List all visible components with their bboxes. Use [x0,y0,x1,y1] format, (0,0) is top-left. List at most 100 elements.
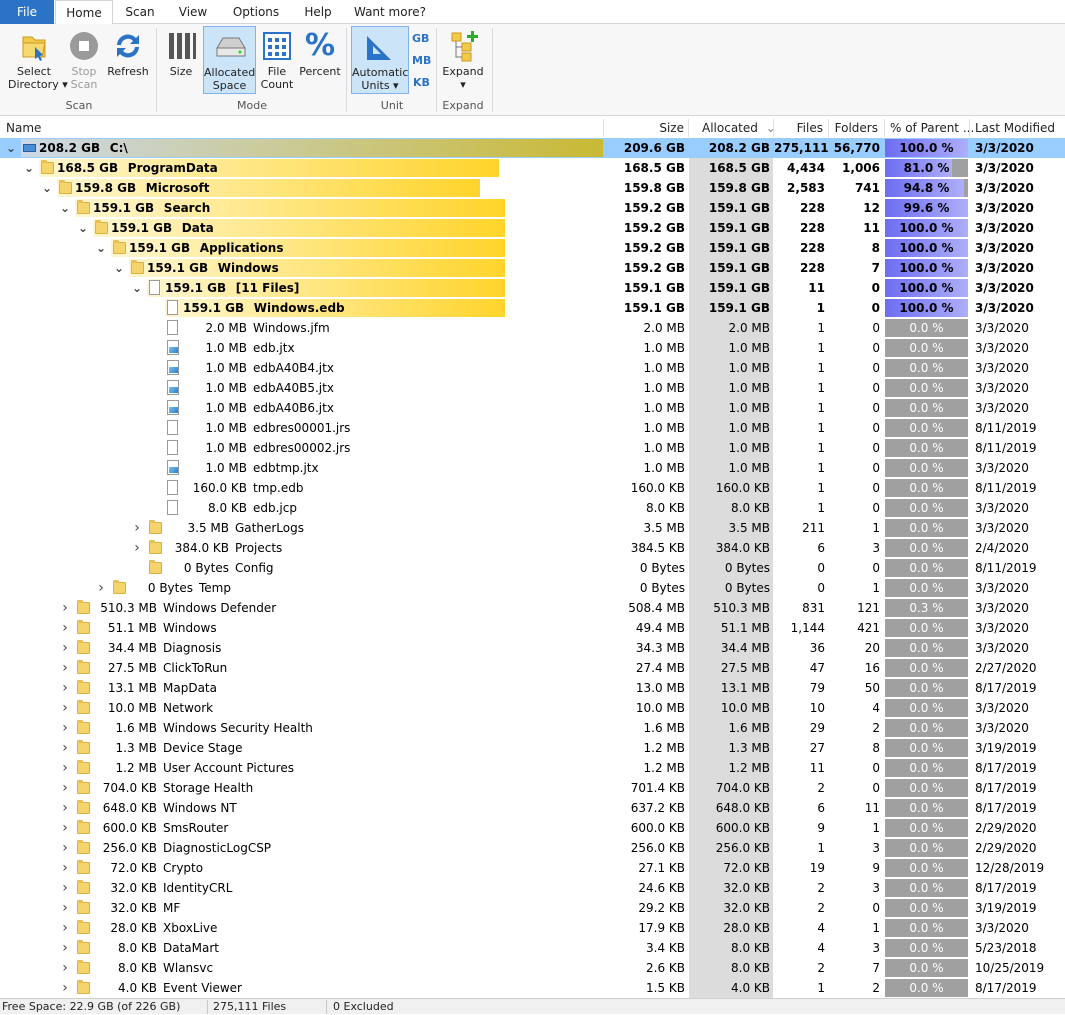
expand-chevron-icon[interactable]: › [59,838,71,858]
collapse-chevron-icon[interactable]: ⌄ [5,138,17,158]
tab-home[interactable]: Home [55,0,113,25]
collapse-chevron-icon[interactable]: ⌄ [59,198,71,218]
expand-chevron-icon[interactable]: › [131,518,143,538]
tab-help[interactable]: Help [297,0,339,24]
tree-row[interactable]: ›10.0 MBNetwork10.0 MB10.0 MB1040.0 %3/3… [0,698,1065,718]
tree-row[interactable]: ›51.1 MBWindows49.4 MB51.1 MB1,1444210.0… [0,618,1065,638]
stop-scan-button[interactable]: Stop Scan [62,26,106,94]
allocated-space-button[interactable]: Allocated Space [203,26,256,94]
select-directory-button[interactable]: Select Directory ▾ [8,26,60,94]
collapse-chevron-icon[interactable]: ⌄ [95,238,107,258]
tree-row[interactable]: ›0 BytesTemp0 Bytes0 Bytes010.0 %3/3/202… [0,578,1065,598]
expand-chevron-icon[interactable]: › [59,798,71,818]
collapse-chevron-icon[interactable]: ⌄ [113,258,125,278]
expand-chevron-icon[interactable]: › [59,818,71,838]
expand-chevron-icon[interactable]: › [59,758,71,778]
expand-chevron-icon[interactable]: › [95,578,107,598]
tab-file[interactable]: File [0,0,54,24]
tab-options[interactable]: Options [226,0,286,24]
tree-row[interactable]: ›704.0 KBStorage Health701.4 KB704.0 KB2… [0,778,1065,798]
column-header-percent[interactable]: % of Parent ... [890,117,974,139]
tree-row[interactable]: 160.0 KBtmp.edb160.0 KB160.0 KB100.0 %8/… [0,478,1065,498]
expand-chevron-icon[interactable]: › [59,938,71,958]
tree-row[interactable]: 1.0 MBedbres00002.jrs1.0 MB1.0 MB100.0 %… [0,438,1065,458]
expand-chevron-icon[interactable]: › [59,978,71,998]
unit-gb-button[interactable]: GB [412,32,429,45]
column-header-size[interactable]: Size [604,117,684,139]
expand-chevron-icon[interactable]: › [59,878,71,898]
tree-row[interactable]: ›648.0 KBWindows NT637.2 KB648.0 KB6110.… [0,798,1065,818]
tree-row[interactable]: 1.0 MBedb.jtx1.0 MB1.0 MB100.0 %3/3/2020 [0,338,1065,358]
size-mode-button[interactable]: Size [162,26,200,94]
tree-row[interactable]: ›8.0 KBWlansvc2.6 KB8.0 KB270.0 %10/25/2… [0,958,1065,978]
tree-row[interactable]: ›32.0 KBMF29.2 KB32.0 KB200.0 %3/19/2019 [0,898,1065,918]
tab-view[interactable]: View [171,0,215,24]
expand-chevron-icon[interactable]: › [59,698,71,718]
tree-row[interactable]: ⌄208.2 GBC:\209.6 GB208.2 GB275,11156,77… [0,138,1065,158]
tree-row[interactable]: ›72.0 KBCrypto27.1 KB72.0 KB1990.0 %12/2… [0,858,1065,878]
expand-chevron-icon[interactable]: › [59,918,71,938]
unit-mb-button[interactable]: MB [412,54,431,67]
tree-row[interactable]: ›256.0 KBDiagnosticLogCSP256.0 KB256.0 K… [0,838,1065,858]
tree-row[interactable]: 1.0 MBedbtmp.jtx1.0 MB1.0 MB100.0 %3/3/2… [0,458,1065,478]
collapse-chevron-icon[interactable]: ⌄ [77,218,89,238]
expand-button[interactable]: Expand ▾ [440,26,486,94]
expand-chevron-icon[interactable]: › [59,778,71,798]
expand-chevron-icon[interactable]: › [131,538,143,558]
unit-kb-button[interactable]: KB [413,76,430,89]
expand-chevron-icon[interactable]: › [59,598,71,618]
tree-row[interactable]: ›510.3 MBWindows Defender508.4 MB510.3 M… [0,598,1065,618]
refresh-button[interactable]: Refresh [106,26,150,94]
tree-row[interactable]: ›28.0 KBXboxLive17.9 KB28.0 KB410.0 %3/3… [0,918,1065,938]
tree-row[interactable]: ›384.0 KBProjects384.5 KB384.0 KB630.0 %… [0,538,1065,558]
tree-row[interactable]: 0 BytesConfig0 Bytes0 Bytes000.0 %8/11/2… [0,558,1065,578]
tree-row[interactable]: ›13.1 MBMapData13.0 MB13.1 MB79500.0 %8/… [0,678,1065,698]
tree-row[interactable]: ⌄168.5 GBProgramData168.5 GB168.5 GB4,43… [0,158,1065,178]
expand-chevron-icon[interactable]: › [59,638,71,658]
percent-button[interactable]: % Percent [298,26,342,94]
collapse-chevron-icon[interactable]: ⌄ [23,158,35,178]
tree-row[interactable]: ›1.2 MBUser Account Pictures1.2 MB1.2 MB… [0,758,1065,778]
tab-scan[interactable]: Scan [117,0,163,24]
automatic-units-button[interactable]: Automatic Units ▾ [351,26,409,94]
tree-row[interactable]: 1.0 MBedbA40B6.jtx1.0 MB1.0 MB100.0 %3/3… [0,398,1065,418]
column-header-name[interactable]: Name [6,117,41,139]
tree-row[interactable]: ›4.0 KBEvent Viewer1.5 KB4.0 KB120.0 %8/… [0,978,1065,998]
file-count-button[interactable]: File Count [258,26,296,94]
tree-row[interactable]: ⌄159.1 GBWindows159.2 GB159.1 GB2287100.… [0,258,1065,278]
tree-row[interactable]: ›1.3 MBDevice Stage1.2 MB1.3 MB2780.0 %3… [0,738,1065,758]
tree-row[interactable]: ›32.0 KBIdentityCRL24.6 KB32.0 KB230.0 %… [0,878,1065,898]
expand-chevron-icon[interactable]: › [59,958,71,978]
tree-row[interactable]: ⌄159.8 GBMicrosoft159.8 GB159.8 GB2,5837… [0,178,1065,198]
tree-row[interactable]: ⌄159.1 GBData159.2 GB159.1 GB22811100.0 … [0,218,1065,238]
expand-chevron-icon[interactable]: › [59,738,71,758]
tree-row[interactable]: 1.0 MBedbA40B4.jtx1.0 MB1.0 MB100.0 %3/3… [0,358,1065,378]
column-header-modified[interactable]: Last Modified [975,117,1055,139]
column-divider[interactable] [688,119,689,137]
tree-row[interactable]: 2.0 MBWindows.jfm2.0 MB2.0 MB100.0 %3/3/… [0,318,1065,338]
column-divider[interactable] [969,119,970,137]
expand-chevron-icon[interactable]: › [59,658,71,678]
expand-chevron-icon[interactable]: › [59,618,71,638]
tree-row[interactable]: ›3.5 MBGatherLogs3.5 MB3.5 MB21110.0 %3/… [0,518,1065,538]
column-header-files[interactable]: Files [774,117,823,139]
collapse-chevron-icon[interactable]: ⌄ [131,278,143,298]
column-header-folders[interactable]: Folders [829,117,878,139]
expand-chevron-icon[interactable]: › [59,718,71,738]
tree-row[interactable]: ›600.0 KBSmsRouter600.0 KB600.0 KB910.0 … [0,818,1065,838]
tree-row[interactable]: ›1.6 MBWindows Security Health1.6 MB1.6 … [0,718,1065,738]
tab-want-more[interactable]: Want more? [352,0,428,24]
tree-row[interactable]: 1.0 MBedbA40B5.jtx1.0 MB1.0 MB100.0 %3/3… [0,378,1065,398]
directory-tree-grid[interactable]: ⌄208.2 GBC:\209.6 GB208.2 GB275,11156,77… [0,138,1065,998]
column-header-allocated[interactable]: Allocated ⌄ [702,117,776,139]
tree-row[interactable]: 8.0 KBedb.jcp8.0 KB8.0 KB100.0 %3/3/2020 [0,498,1065,518]
expand-chevron-icon[interactable]: › [59,678,71,698]
expand-chevron-icon[interactable]: › [59,898,71,918]
tree-row[interactable]: ⌄159.1 GB[11 Files]159.1 GB159.1 GB11010… [0,278,1065,298]
column-divider[interactable] [884,119,885,137]
tree-row[interactable]: ⌄159.1 GBSearch159.2 GB159.1 GB2281299.6… [0,198,1065,218]
tree-row[interactable]: 159.1 GBWindows.edb159.1 GB159.1 GB10100… [0,298,1065,318]
collapse-chevron-icon[interactable]: ⌄ [41,178,53,198]
tree-row[interactable]: ›8.0 KBDataMart3.4 KB8.0 KB430.0 %5/23/2… [0,938,1065,958]
tree-row[interactable]: 1.0 MBedbres00001.jrs1.0 MB1.0 MB100.0 %… [0,418,1065,438]
